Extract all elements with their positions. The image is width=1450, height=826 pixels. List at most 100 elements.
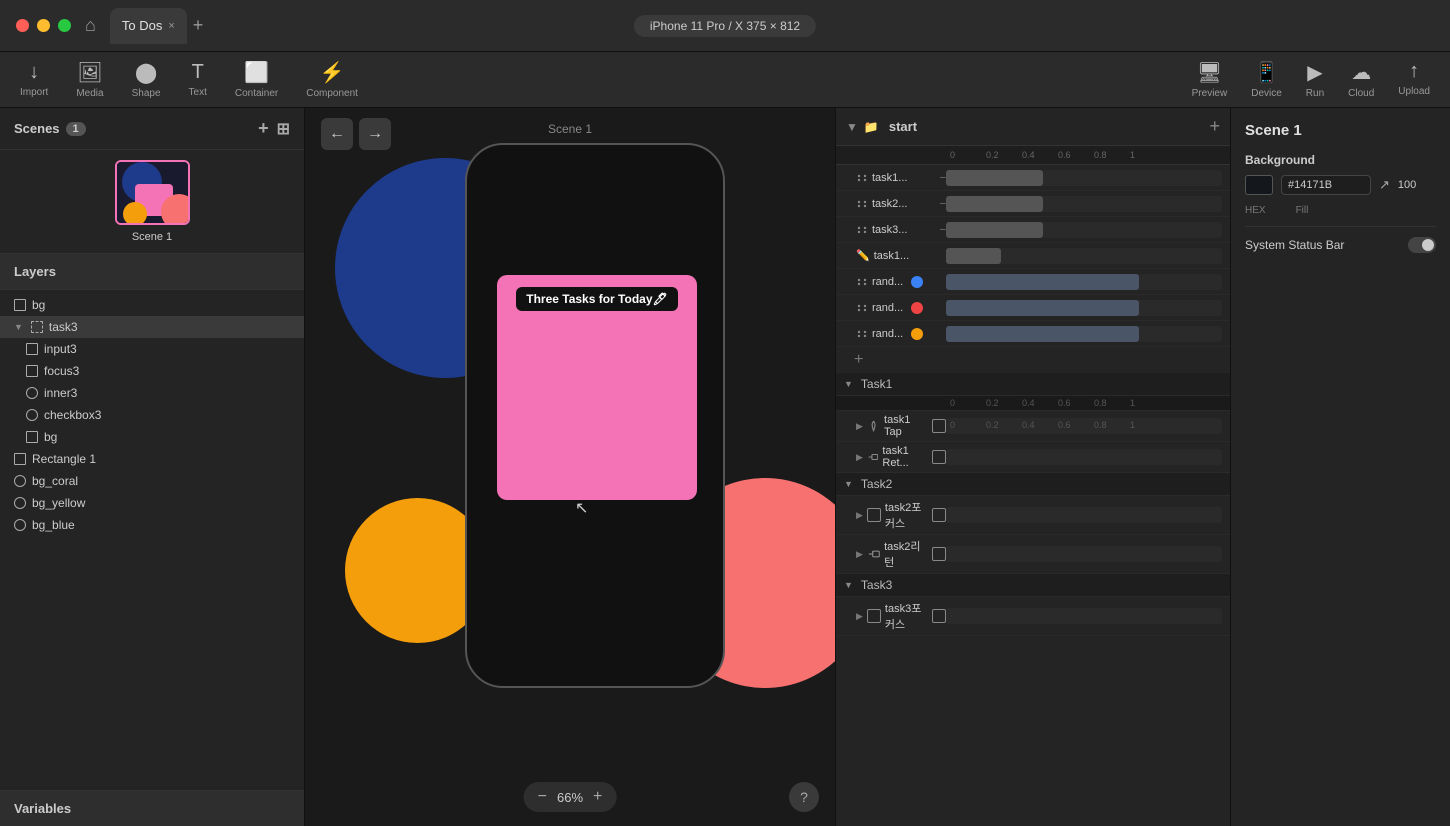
circle-icon — [26, 387, 38, 399]
expand-icon[interactable]: ▶ — [856, 549, 863, 560]
layer-item-bg-child[interactable]: bg — [0, 426, 304, 448]
layer-item-rect1[interactable]: Rectangle 1 — [0, 448, 304, 470]
hex-input[interactable]: #14171B — [1281, 175, 1371, 195]
tl-block — [946, 170, 1043, 186]
maximize-button[interactable] — [58, 19, 71, 32]
layers-header: Layers — [0, 254, 304, 290]
section-expand-icon[interactable]: ▼ — [844, 580, 853, 590]
task1-ruler: 0 0.2 0.4 0.6 0.8 1 — [836, 396, 1230, 411]
tl-row-name: ✏️ task1... — [856, 249, 946, 262]
rect-icon — [14, 299, 26, 311]
traffic-lights — [16, 19, 71, 32]
expand-icon[interactable]: ▶ — [856, 611, 863, 622]
layers-title: Layers — [14, 264, 56, 279]
media-button[interactable]: 🖼 Media — [76, 60, 103, 99]
fill-value[interactable]: 100 — [1398, 179, 1416, 191]
expand-icon[interactable]: ▶ — [856, 421, 863, 432]
text-button[interactable]: T Text — [189, 61, 207, 98]
left-panel: Scenes 1 + ⊞ Scene 1 Layers — [0, 108, 305, 826]
timeline-header: ▼ 📁 start + — [836, 108, 1230, 146]
layer-item-bg-yellow[interactable]: bg_yellow — [0, 492, 304, 514]
timeline-add-button[interactable]: + — [1209, 116, 1220, 137]
layer-item-inner3[interactable]: inner3 — [0, 382, 304, 404]
tl-track — [946, 170, 1222, 186]
layer-item-bg-coral[interactable]: bg_coral — [0, 470, 304, 492]
tl-track — [946, 449, 1222, 465]
view-toggle-button[interactable]: ⊞ — [277, 119, 290, 139]
tl-row-name: task2... − — [856, 198, 946, 210]
container-button[interactable]: ⬜ Container — [235, 60, 278, 99]
tl-track — [946, 326, 1222, 342]
tl-row-name: task3... − — [856, 224, 946, 236]
folder-icon: 📁 — [864, 120, 879, 134]
layers-list: bg ▼ task3 input3 focus3 inner3 — [0, 290, 304, 790]
section-task2-label: Task2 — [861, 477, 892, 491]
timeline-expand-icon[interactable]: ▼ — [846, 120, 858, 134]
tl-track — [946, 248, 1222, 264]
help-button[interactable]: ? — [789, 782, 819, 812]
preview-button[interactable]: 🖥 Preview — [1192, 60, 1228, 99]
shape-button[interactable]: ⬤ Shape — [132, 60, 161, 99]
add-tab-button[interactable]: + — [193, 15, 204, 36]
color-swatch[interactable] — [1245, 175, 1273, 195]
zoom-in-button[interactable]: + — [593, 788, 602, 806]
nav-forward-button[interactable]: → — [359, 118, 391, 150]
component-button[interactable]: ⚡ Component — [306, 60, 358, 99]
import-button[interactable]: ↓ Import — [20, 61, 48, 98]
tl-row-task1b: ✏️ task1... — [836, 243, 1230, 269]
circle-icon — [14, 475, 26, 487]
section-expand-icon[interactable]: ▼ — [844, 379, 853, 389]
media-icon: 🖼 — [77, 60, 102, 85]
tl-section-task3: ▼ Task3 — [836, 574, 1230, 597]
zoom-out-button[interactable]: − — [538, 788, 547, 806]
container-icon: ⬜ — [244, 60, 269, 85]
pencil-icon: ✏️ — [856, 249, 870, 262]
canvas[interactable]: ← → Scene 1 Three Tasks for Today🖊 ↖ — [305, 108, 835, 826]
tl-row-task2-focus: ▶ task2포커스 — [836, 496, 1230, 535]
rp-divider — [1245, 226, 1436, 227]
home-icon[interactable]: ⌂ — [85, 15, 96, 36]
hex-label: HEX — [1245, 205, 1266, 216]
layer-item-input3[interactable]: input3 — [0, 338, 304, 360]
layer-item-task3[interactable]: ▼ task3 — [0, 316, 304, 338]
add-timeline-row-button[interactable]: + — [836, 347, 1230, 373]
tl-block — [946, 300, 1139, 316]
section-task3-label: Task3 — [861, 578, 892, 592]
scene-thumb[interactable] — [115, 160, 190, 225]
pink-card-label: Three Tasks for Today🖊 — [516, 287, 678, 311]
layer-name-input3: input3 — [44, 342, 77, 356]
frame-icon — [932, 419, 946, 433]
layer-item-focus3[interactable]: focus3 — [0, 360, 304, 382]
layer-name-bg-coral: bg_coral — [32, 474, 78, 488]
layer-item-bg-blue[interactable]: bg_blue — [0, 514, 304, 536]
add-scene-button[interactable]: + — [258, 118, 269, 139]
upload-button[interactable]: ↑ Upload — [1398, 60, 1430, 99]
device-icon: 📱 — [1254, 60, 1279, 85]
layer-item-checkbox3[interactable]: checkbox3 — [0, 404, 304, 426]
status-bar-toggle[interactable] — [1408, 237, 1436, 253]
layer-item-bg[interactable]: bg — [0, 294, 304, 316]
expand-icon[interactable]: ▶ — [856, 510, 863, 521]
color-dot-red — [911, 302, 923, 314]
cloud-button[interactable]: ☁ Cloud — [1348, 60, 1374, 99]
section-expand-icon[interactable]: ▼ — [844, 479, 853, 489]
tab-todos[interactable]: To Dos × — [110, 8, 187, 44]
expand-icon[interactable]: ▶ — [856, 452, 863, 463]
tl-block — [946, 222, 1043, 238]
nav-back-button[interactable]: ← — [321, 118, 353, 150]
tl-section-task2: ▼ Task2 — [836, 473, 1230, 496]
scene-thumb-label: Scene 1 — [132, 231, 172, 243]
return-icon — [867, 547, 880, 561]
minimize-button[interactable] — [37, 19, 50, 32]
right-panel: Scene 1 Background #14171B ↗ 100 HEX Fil… — [1230, 108, 1450, 826]
close-tab-icon[interactable]: × — [168, 20, 174, 32]
layer-name-inner3: inner3 — [44, 386, 77, 400]
tl-row-task1a: task1... − — [836, 165, 1230, 191]
run-button[interactable]: ▶ Run — [1306, 60, 1324, 99]
tl-row-task1-ret: ▶ task1 Ret... — [836, 442, 1230, 473]
close-button[interactable] — [16, 19, 29, 32]
status-bar-label: System Status Bar — [1245, 238, 1344, 252]
tl-track — [946, 300, 1222, 316]
device-button[interactable]: 📱 Device — [1251, 60, 1282, 99]
timeline-scene-name: start — [889, 119, 917, 134]
